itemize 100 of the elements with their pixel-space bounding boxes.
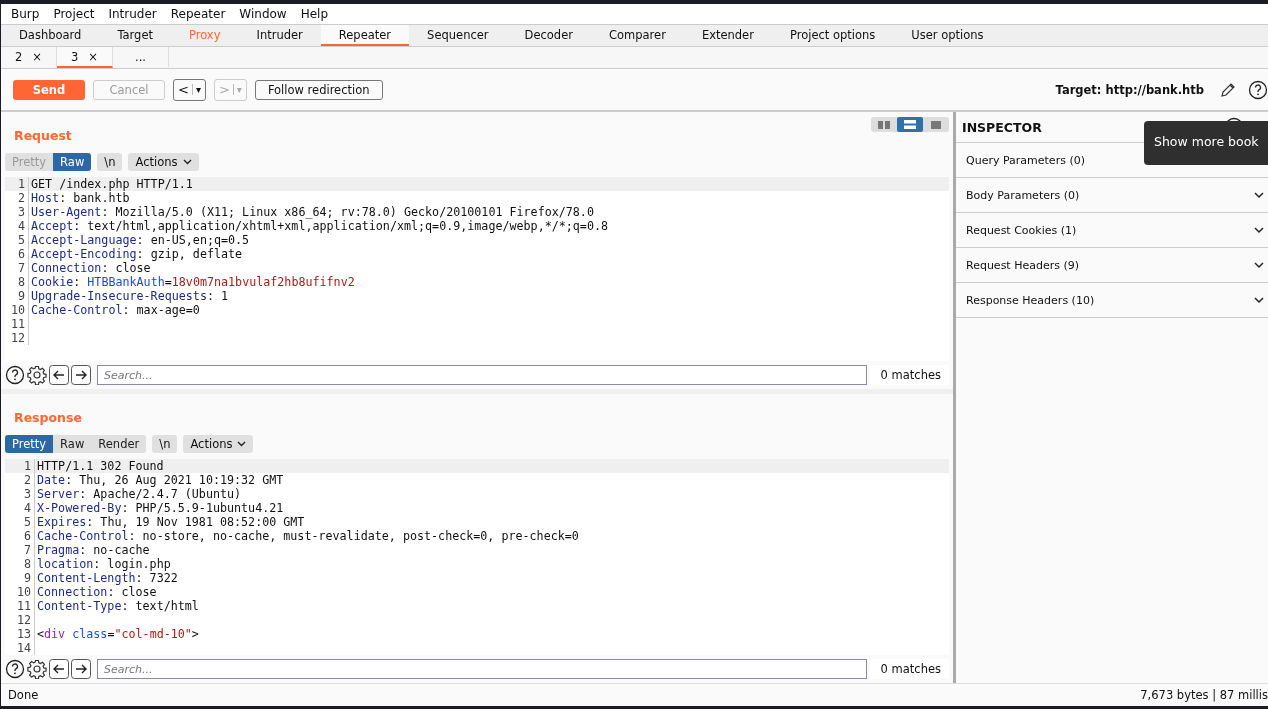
code-line: HTTP/1.1 302 Found xyxy=(37,459,164,473)
line-number: 13 xyxy=(5,627,35,641)
view-tab[interactable]: Raw xyxy=(53,435,92,453)
match-count: 0 matches xyxy=(868,365,949,385)
code-line: Server: Apache/2.4.7 (Ubuntu) xyxy=(37,487,242,501)
line-number: 11 xyxy=(5,317,29,331)
tool-tab[interactable]: Project options xyxy=(771,25,894,46)
line-number: 10 xyxy=(5,303,29,317)
code-line: Connection: close xyxy=(37,585,157,599)
tool-tab[interactable]: Extender xyxy=(683,25,772,46)
panel-title: Response xyxy=(14,410,82,425)
help-icon[interactable] xyxy=(5,365,25,385)
line-number: 9 xyxy=(5,289,29,303)
code-line: User-Agent: Mozilla/5.0 (X11; Linux x86_64; rv:78.0) Gecko/20100101 Firefox/78.0 xyxy=(31,205,594,219)
newline-button[interactable]: \n xyxy=(97,153,123,171)
search-field[interactable]: Search... xyxy=(97,659,867,679)
pencil-icon[interactable] xyxy=(1220,81,1236,98)
two-rows-icon xyxy=(904,120,916,129)
back-history-button[interactable]: < ▾ xyxy=(173,78,206,101)
chevron-down-icon xyxy=(1254,296,1264,304)
code-line: location: login.php xyxy=(37,557,171,571)
two-columns-icon xyxy=(878,120,890,129)
tool-tab[interactable]: User options xyxy=(893,25,1002,46)
inspector-section[interactable]: Request Cookies (1) xyxy=(956,213,1268,248)
line-number: 2 xyxy=(5,191,29,205)
panel-title: Request xyxy=(14,128,72,143)
request-tab[interactable]: 3 × xyxy=(57,47,113,68)
tool-tab[interactable]: Decoder xyxy=(506,25,591,46)
code-editor[interactable] xyxy=(5,177,949,361)
status-text: Done xyxy=(8,688,39,702)
rows-layout-button[interactable] xyxy=(897,117,923,132)
tool-tab[interactable]: Intruder xyxy=(238,25,321,46)
newline-button[interactable]: \n xyxy=(152,435,178,453)
follow-redirection-button[interactable]: Follow redirection xyxy=(254,79,383,100)
help-icon[interactable] xyxy=(1248,79,1268,100)
code-line: Content-Type: text/html xyxy=(37,599,199,613)
code-line: GET /index.php HTTP/1.1 xyxy=(31,177,193,191)
code-line: Accept-Language: en-US,en;q=0.5 xyxy=(31,233,250,247)
response-stats: 7,673 bytes | 87 millis xyxy=(1140,688,1268,702)
code-line: Accept: text/html,application/xhtml+xml,application/xml;q=0.9,image/webp,*/*;q=0.8 xyxy=(31,219,608,233)
code-line: X-Powered-By: PHP/5.5.9-1ubuntu4.21 xyxy=(37,501,284,515)
inspector-title: INSPECTOR xyxy=(962,119,1043,135)
settings-icon[interactable] xyxy=(27,365,47,385)
code-line: Date: Thu, 26 Aug 2021 10:19:32 GMT xyxy=(37,473,284,487)
request-tab[interactable]: ... xyxy=(113,47,169,68)
line-number: 5 xyxy=(5,233,29,247)
tool-tab[interactable]: Sequencer xyxy=(409,25,507,46)
code-line: Cookie: HTBBankAuth=18v0m7na1bvulaf2hb8ufifnv2 xyxy=(31,275,355,289)
line-number: 6 xyxy=(5,529,35,543)
tool-tab[interactable]: Dashboard xyxy=(1,25,100,46)
chevron-down-icon xyxy=(237,441,247,447)
tool-tab[interactable]: Repeater xyxy=(320,25,410,46)
line-number: 4 xyxy=(5,501,35,515)
line-number: 3 xyxy=(5,487,35,501)
code-line: Cache-Control: no-store, no-cache, must-revalidate, post-check=0, pre-check=0 xyxy=(37,529,579,543)
inspector-section[interactable]: Response Headers (10) xyxy=(956,283,1268,318)
line-number: 1 xyxy=(5,177,29,191)
view-tab[interactable]: Raw xyxy=(53,153,92,171)
code-line: Connection: close xyxy=(31,261,151,275)
inspector-section[interactable]: Body Parameters (0) xyxy=(956,178,1268,213)
tool-tab[interactable]: Comparer xyxy=(590,25,684,46)
line-number: 4 xyxy=(5,219,29,233)
menu-item[interactable]: Window xyxy=(232,7,294,21)
line-number: 3 xyxy=(5,205,29,219)
line-number: 7 xyxy=(5,261,29,275)
actions-button[interactable]: Actions xyxy=(128,153,199,171)
code-line: <div class="col-md-10"> xyxy=(37,627,199,641)
line-number: 8 xyxy=(5,275,29,289)
view-tab[interactable]: Render xyxy=(91,435,147,453)
menu-item[interactable]: Help xyxy=(293,7,336,21)
menu-item[interactable]: Repeater xyxy=(163,7,233,21)
menu-item[interactable]: Project xyxy=(46,7,102,21)
line-number: 1 xyxy=(5,459,35,473)
code-line: Pragma: no-cache xyxy=(37,543,150,557)
code-line: Cache-Control: max-age=0 xyxy=(31,303,200,317)
code-editor[interactable] xyxy=(5,459,949,655)
single-pane-icon xyxy=(931,120,941,129)
search-field[interactable]: Search... xyxy=(97,365,867,385)
code-line: Expires: Thu, 19 Nov 1981 08:52:00 GMT xyxy=(37,515,305,529)
target-label: Target: http://bank.htb xyxy=(1055,82,1204,97)
chevron-down-icon xyxy=(1254,191,1264,199)
code-line: Content-Length: 7322 xyxy=(37,571,178,585)
line-number: 6 xyxy=(5,247,29,261)
code-line: Upgrade-Insecure-Requests: 1 xyxy=(31,289,229,303)
help-icon[interactable] xyxy=(5,659,25,679)
menu-item[interactable]: Intruder xyxy=(101,7,164,21)
menu-item[interactable]: Burp xyxy=(4,7,47,21)
line-number: 7 xyxy=(5,543,35,557)
chevron-down-icon xyxy=(1254,261,1264,269)
view-tab[interactable]: Pretty xyxy=(5,435,54,453)
settings-icon[interactable] xyxy=(27,659,47,679)
actions-button[interactable]: Actions xyxy=(183,435,254,453)
line-number: 10 xyxy=(5,585,35,599)
line-number: 12 xyxy=(5,331,29,345)
tool-tab[interactable]: Target xyxy=(99,25,171,46)
line-number: 9 xyxy=(5,571,35,585)
inspector-section[interactable]: Request Headers (9) xyxy=(956,248,1268,283)
line-number: 14 xyxy=(5,641,35,655)
line-number: 12 xyxy=(5,613,35,627)
line-number: 5 xyxy=(5,515,35,529)
